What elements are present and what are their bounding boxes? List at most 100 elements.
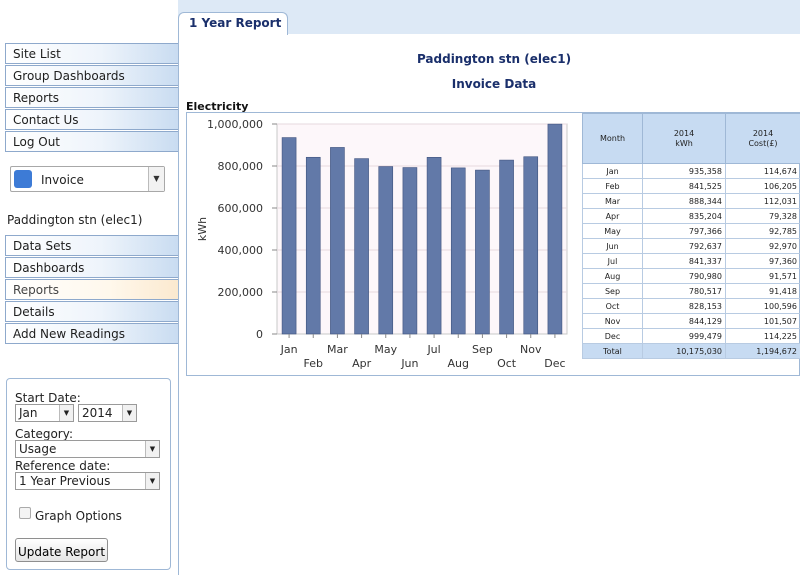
x-tick-label: Mar: [327, 343, 348, 356]
cell-month: Apr: [582, 208, 643, 224]
report-subtitle: Invoice Data: [451, 77, 537, 91]
x-tick-label: Jan: [280, 343, 298, 356]
cell-kwh: 835,204: [642, 208, 726, 224]
y-tick-label: 1,000,000: [207, 118, 263, 131]
usage-bar-chart: 0 200,000 400,000 600,000 800,000 1,000,000 kW…: [196, 118, 568, 370]
bar-nov: [523, 156, 539, 335]
reference-date-label: Reference date:: [15, 459, 111, 473]
x-tick-label: Jul: [426, 343, 440, 356]
category-label: Category:: [15, 427, 73, 441]
x-tick-label: Nov: [520, 343, 542, 356]
table-row: Jan 935,358 114,674: [582, 163, 800, 179]
start-year-value: 2014: [82, 406, 113, 420]
sidebar-item-details[interactable]: Details: [5, 301, 178, 322]
cell-cost: 79,328: [725, 208, 800, 224]
bar-jun: [402, 167, 418, 335]
cell-month: Sep: [582, 283, 643, 299]
sidebar-item-site-list[interactable]: Site List: [5, 43, 178, 64]
y-tick-label: 0: [256, 328, 263, 341]
sidebar-item-site-reports[interactable]: Reports: [5, 279, 178, 300]
table-row: Oct 828,153 100,596: [582, 298, 800, 314]
cell-kwh: 841,525: [642, 178, 726, 194]
cell-cost: 101,507: [725, 313, 800, 329]
cell-kwh: 935,358: [642, 163, 726, 179]
table-row: Jun 792,637 92,970: [582, 238, 800, 254]
table-row: Mar 888,344 112,031: [582, 193, 800, 209]
cell-kwh: 999,479: [642, 328, 726, 344]
chevron-down-icon: ▼: [122, 405, 136, 421]
y-tick-label: 800,000: [218, 160, 264, 173]
x-tick-label: Jun: [400, 357, 418, 370]
col-header-kwh: 2014 kWh: [642, 113, 726, 164]
table-row: Dec 999,479 114,225: [582, 328, 800, 344]
bar-mar: [330, 147, 345, 335]
cell-cost: 112,031: [725, 193, 800, 209]
bar-apr: [354, 158, 369, 335]
cell-kwh: 841,337: [642, 253, 726, 269]
col-header-cost: 2014 Cost(£): [725, 113, 800, 164]
cell-kwh: 792,637: [642, 238, 726, 254]
bar-oct: [499, 159, 514, 335]
sidebar-item-log-out[interactable]: Log Out: [5, 131, 178, 152]
cell-kwh: 888,344: [642, 193, 726, 209]
cell-kwh: 10,175,030: [642, 343, 726, 359]
cell-cost: 100,596: [725, 298, 800, 314]
col-header-month: Month: [582, 113, 643, 164]
table-row: Apr 835,204 79,328: [582, 208, 800, 224]
x-tick-label: May: [374, 343, 397, 356]
cell-cost: 92,970: [725, 238, 800, 254]
x-tick-label: Oct: [497, 357, 517, 370]
bar-jul: [426, 157, 442, 335]
cell-kwh: 844,129: [642, 313, 726, 329]
cell-cost: 114,674: [725, 163, 800, 179]
cell-kwh: 828,153: [642, 298, 726, 314]
bar-feb: [305, 156, 321, 335]
graph-options-checkbox[interactable]: [19, 507, 31, 519]
table-total-row: Total 10,175,030 1,194,672: [582, 343, 800, 359]
cell-month: Total: [582, 343, 643, 359]
reference-date-value: 1 Year Previous: [19, 474, 111, 488]
tab-1-year-report[interactable]: 1 Year Report: [178, 12, 288, 35]
x-tick-label: Feb: [304, 357, 323, 370]
sidebar-item-data-sets[interactable]: Data Sets: [5, 235, 178, 256]
chevron-down-icon: ▼: [145, 441, 159, 457]
cell-kwh: 790,980: [642, 268, 726, 284]
sidebar-item-dashboards[interactable]: Dashboards: [5, 257, 178, 278]
y-tick-label: 200,000: [218, 286, 264, 299]
reference-date-select[interactable]: 1 Year Previous ▼: [15, 472, 160, 490]
cell-kwh: 780,517: [642, 283, 726, 299]
x-tick-label: Sep: [472, 343, 493, 356]
invoice-color-icon: [14, 170, 32, 188]
cell-kwh: 797,366: [642, 223, 726, 239]
sidebar-item-add-new-readings[interactable]: Add New Readings: [5, 323, 178, 344]
sidebar-item-group-dashboards[interactable]: Group Dashboards: [5, 65, 178, 86]
chevron-down-icon[interactable]: ▼: [148, 167, 164, 191]
sidebar-item-reports[interactable]: Reports: [5, 87, 178, 108]
x-tick-label: Aug: [448, 357, 469, 370]
table-row: Aug 790,980 91,571: [582, 268, 800, 284]
y-axis-label: kWh: [196, 217, 209, 241]
cell-month: Jun: [582, 238, 643, 254]
sidebar: Site List Group Dashboards Reports Conta…: [0, 0, 178, 575]
x-tick-label: Dec: [544, 357, 565, 370]
category-select[interactable]: Usage ▼: [15, 440, 160, 458]
start-month-value: Jan: [19, 406, 38, 420]
update-report-button[interactable]: Update Report: [15, 538, 108, 562]
y-tick-label: 600,000: [218, 202, 264, 215]
table-row: Feb 841,525 106,205: [582, 178, 800, 194]
report-site-title: Paddington stn (elec1): [416, 52, 572, 66]
sidebar-item-contact-us[interactable]: Contact Us: [5, 109, 178, 130]
chevron-down-icon: ▼: [145, 473, 159, 489]
start-month-select[interactable]: Jan ▼: [15, 404, 74, 422]
report-options-panel: Start Date: Jan ▼ 2014 ▼ Category: Usage…: [6, 378, 171, 570]
cell-month: May: [582, 223, 643, 239]
x-tick-label: Apr: [352, 357, 372, 370]
cell-month: Aug: [582, 268, 643, 284]
invoice-select[interactable]: Invoice ▼: [10, 166, 165, 192]
cell-cost: 92,785: [725, 223, 800, 239]
start-year-select[interactable]: 2014 ▼: [78, 404, 137, 422]
graph-options-label: Graph Options: [35, 509, 122, 523]
cell-cost: 97,360: [725, 253, 800, 269]
bar-sep: [475, 169, 490, 335]
table-row: Jul 841,337 97,360: [582, 253, 800, 269]
